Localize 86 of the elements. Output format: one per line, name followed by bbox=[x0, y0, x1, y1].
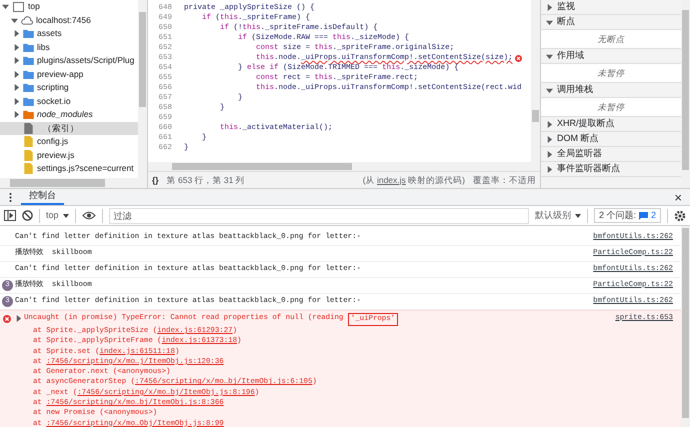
file-icon bbox=[24, 163, 33, 174]
tree-item[interactable]: plugins/assets/Script/Plug bbox=[37, 54, 134, 68]
collapse-arrow-icon[interactable] bbox=[546, 150, 553, 158]
log-level-dropdown[interactable]: 默认级别 bbox=[534, 208, 581, 222]
scrollbar[interactable] bbox=[681, 226, 690, 427]
empty-state-text: 无断点 bbox=[598, 32, 624, 46]
section-header[interactable]: DOM 断点 bbox=[541, 132, 681, 147]
source-link[interactable]: index.js bbox=[376, 174, 406, 185]
cloud-icon bbox=[21, 16, 33, 25]
expand-arrow-icon[interactable] bbox=[11, 16, 18, 24]
expand-arrow-icon[interactable] bbox=[546, 52, 553, 60]
horizontal-scrollbar[interactable] bbox=[0, 178, 147, 188]
coverage-text: 覆盖率：不适用 bbox=[473, 174, 536, 186]
collapse-arrow-icon[interactable] bbox=[546, 4, 553, 10]
tree-row[interactable]: settings.js?scene=current bbox=[0, 162, 138, 176]
context-dropdown[interactable]: top bbox=[46, 208, 69, 222]
section-header[interactable]: 监视 bbox=[541, 0, 681, 15]
tree-item[interactable]: config.js bbox=[37, 135, 68, 148]
drawer-tab[interactable]: 控制台 bbox=[21, 189, 64, 205]
expand-arrow-icon[interactable] bbox=[2, 3, 9, 10]
folder-icon bbox=[23, 70, 34, 79]
tree-item[interactable]: node_modules bbox=[37, 108, 93, 122]
folder-icon bbox=[23, 83, 34, 92]
section-header[interactable]: 断点 bbox=[541, 15, 681, 30]
scrollbar[interactable] bbox=[531, 0, 540, 162]
file-icon bbox=[24, 150, 33, 161]
cursor-position: 第 653 行，第 31 列 bbox=[166, 174, 245, 186]
folder-icon bbox=[23, 96, 34, 106]
close-button[interactable]: × bbox=[674, 190, 690, 204]
tree-row[interactable]: assets bbox=[0, 27, 138, 40]
caret-icon bbox=[62, 214, 69, 218]
tree-row[interactable]: preview-app bbox=[0, 68, 138, 81]
section-header[interactable]: 事件监听器断点 bbox=[541, 162, 681, 177]
folder-icon bbox=[23, 42, 34, 52]
issues-count: 2 bbox=[650, 208, 656, 222]
collapse-arrow-icon[interactable] bbox=[15, 315, 22, 322]
filter-field[interactable]: 过滤 bbox=[108, 208, 529, 224]
tree-item[interactable]: localhost:7456 bbox=[36, 14, 91, 27]
tree-row[interactable]: libs bbox=[0, 40, 138, 54]
file-icon bbox=[24, 136, 33, 148]
error-icon bbox=[514, 54, 522, 62]
message-icon bbox=[638, 212, 648, 220]
source-map-text: (从 index.js 映射的源代码) bbox=[362, 174, 465, 186]
tree-item[interactable]: （索引） bbox=[37, 122, 79, 135]
file-icon bbox=[24, 122, 33, 134]
collapse-arrow-icon[interactable] bbox=[546, 136, 553, 142]
settings-icon[interactable] bbox=[674, 210, 686, 222]
expand-arrow-icon[interactable] bbox=[546, 18, 553, 26]
tree-row[interactable]: socket.io bbox=[0, 94, 138, 108]
more-options-icon[interactable] bbox=[9, 192, 12, 202]
tree-row[interactable]: preview.js bbox=[0, 148, 138, 162]
tree-row[interactable]: config.js bbox=[0, 135, 138, 148]
section-header[interactable]: 调用堆栈 bbox=[541, 83, 681, 98]
pretty-print-button[interactable]: {} bbox=[152, 174, 159, 186]
tree-row[interactable]: scripting bbox=[0, 81, 138, 94]
tree-item[interactable]: top bbox=[28, 0, 40, 14]
scrollbar[interactable] bbox=[138, 0, 147, 178]
horizontal-scrollbar[interactable] bbox=[148, 162, 540, 171]
tree-item[interactable]: libs bbox=[37, 40, 50, 54]
sidebar-toggle-icon[interactable] bbox=[4, 210, 16, 221]
tree-row[interactable]: （索引） bbox=[0, 122, 138, 135]
expand-arrow-icon[interactable] bbox=[546, 86, 553, 94]
tree-item[interactable]: preview-app bbox=[37, 68, 84, 81]
section-header[interactable]: 全局监听器 bbox=[541, 147, 681, 162]
folder-icon bbox=[23, 56, 34, 66]
tree-item[interactable]: settings.js?scene=current bbox=[37, 162, 134, 176]
frame-icon bbox=[13, 2, 24, 12]
tree-item[interactable]: socket.io bbox=[37, 94, 71, 108]
section-header[interactable]: 作用域 bbox=[541, 49, 681, 64]
tree-item[interactable]: scripting bbox=[37, 81, 69, 94]
tree-item[interactable]: assets bbox=[37, 27, 62, 40]
tree-row[interactable]: plugins/assets/Script/Plug bbox=[0, 54, 138, 68]
tree-row[interactable]: node_modules bbox=[0, 108, 138, 122]
tree-item[interactable]: preview.js bbox=[37, 148, 74, 162]
error-icon bbox=[3, 315, 11, 323]
caret-icon bbox=[574, 214, 581, 218]
collapse-arrow-icon[interactable] bbox=[546, 120, 553, 128]
clear-console-icon[interactable] bbox=[22, 210, 33, 221]
eye-icon[interactable] bbox=[82, 211, 96, 220]
issues-button[interactable]: 2 个问题: 2 bbox=[594, 208, 661, 223]
empty-state-text: 未暂停 bbox=[598, 66, 624, 80]
folder-icon bbox=[23, 110, 34, 120]
folder-icon bbox=[23, 29, 34, 38]
empty-state-text: 未暂停 bbox=[598, 100, 624, 114]
section-header[interactable]: XHR/提取断点 bbox=[541, 117, 681, 132]
collapse-arrow-icon[interactable] bbox=[546, 166, 553, 172]
